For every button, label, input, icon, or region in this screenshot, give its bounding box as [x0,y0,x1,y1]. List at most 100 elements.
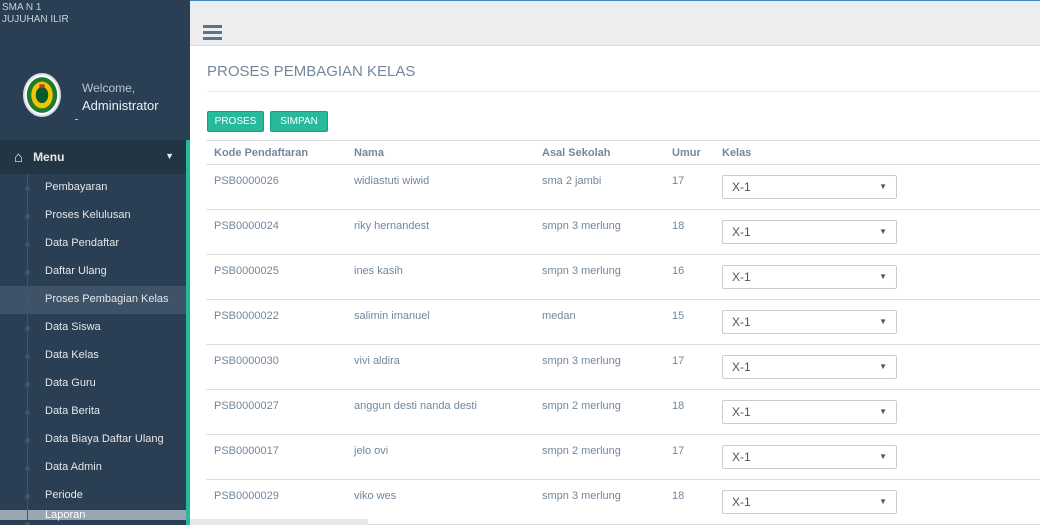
school-logo-icon [23,73,61,117]
nama-cell: anggun desti nanda desti [346,389,534,435]
kode-cell: PSB0000026 [206,164,346,210]
nama-cell: viko wes [346,479,534,525]
user-name: Administrator [82,98,159,113]
title-divider [207,91,1040,92]
kelas-select[interactable]: X-1 ▼ [722,445,897,469]
site-title-line1: SMA N 1 [2,2,42,13]
header-kelas: Kelas [714,140,1040,165]
chevron-down-icon: ▼ [165,151,174,161]
sidebar-item-data-admin[interactable]: Data Admin [0,454,186,482]
hamburger-menu-icon[interactable] [203,25,222,40]
table-row: PSB0000024 riky hernandest smpn 3 merlung 1… [206,209,1040,255]
asal-sekolah-cell: medan [534,299,664,345]
simpan-button[interactable]: SIMPAN [270,111,328,132]
asal-sekolah-cell: smpn 3 merlung [534,344,664,390]
nama-cell: riky hernandest [346,209,534,255]
kelas-select[interactable]: X-1 ▼ [722,400,897,424]
proses-button[interactable]: PROSES [207,111,264,132]
sidebar-item-data-kelas[interactable]: Data Kelas [0,342,186,370]
sidebar-item-data-pendaftar[interactable]: Data Pendaftar [0,230,186,258]
kode-cell: PSB0000025 [206,254,346,300]
kelas-cell: X-1 ▼ [714,164,1040,210]
umur-cell: 16 [664,254,714,300]
kelas-select-value: X-1 [732,315,751,329]
umur-cell: 15 [664,299,714,345]
table-row: PSB0000026 widiastuti wiwid sma 2 jambi 17 X… [206,164,1040,210]
asal-sekolah-cell: smpn 3 merlung [534,479,664,525]
kelas-select-value: X-1 [732,360,751,374]
menu-label: Menu [33,150,65,164]
umur-cell: 17 [664,434,714,480]
sidebar-item-data-guru[interactable]: Data Guru [0,370,186,398]
sidebar-item-data-siswa[interactable]: Data Siswa [0,314,186,342]
asal-sekolah-cell: sma 2 jambi [534,164,664,210]
caret-down-icon: ▼ [879,272,887,281]
kelas-select-value: X-1 [732,405,751,419]
umur-cell: 18 [664,389,714,435]
nama-cell: ines kasih [346,254,534,300]
table-row: PSB0000022 salimin imanuel medan 15 X-1 ▼ [206,299,1040,345]
caret-down-icon: ▼ [879,452,887,461]
kode-cell: PSB0000030 [206,344,346,390]
table-row: PSB0000029 viko wes smpn 3 merlung 18 X-1 ▼ [206,479,1040,525]
horizontal-scrollbar[interactable] [190,519,368,525]
kelas-select-value: X-1 [732,270,751,284]
sidebar-item-data-berita[interactable]: Data Berita [0,398,186,426]
nama-cell: widiastuti wiwid [346,164,534,210]
sidebar-item-daftar-ulang[interactable]: Daftar Ulang [0,258,186,286]
caret-down-icon: ▼ [879,182,887,191]
table-header-row: Kode Pendaftaran Nama Asal Sekolah Umur … [206,140,1040,165]
sidebar-item-pembayaran[interactable]: Pembayaran [0,174,186,202]
header-nama: Nama [346,140,534,165]
asal-sekolah-cell: smpn 2 merlung [534,434,664,480]
sidebar-item-data-biaya-daftar-ulang[interactable]: Data Biaya Daftar Ulang [0,426,186,454]
asal-sekolah-cell: smpn 3 merlung [534,209,664,255]
kode-cell: PSB0000029 [206,479,346,525]
sidebar-item-periode[interactable]: Periode [0,482,186,510]
kode-cell: PSB0000022 [206,299,346,345]
umur-cell: 17 [664,344,714,390]
sidebar-item-proses-pembagian-kelas[interactable]: Proses Pembagian Kelas [0,286,186,314]
asal-sekolah-cell: smpn 2 merlung [534,389,664,435]
kelas-select-value: X-1 [732,225,751,239]
sidebar-menu: Pembayaran Proses Kelulusan Data Pendaftar… [0,174,186,525]
kelas-select[interactable]: X-1 ▼ [722,490,897,514]
kelas-cell: X-1 ▼ [714,209,1040,255]
kelas-select[interactable]: X-1 ▼ [722,175,897,199]
table-body: PSB0000026 widiastuti wiwid sma 2 jambi 17 X… [206,164,1040,525]
kelas-select[interactable]: X-1 ▼ [722,310,897,334]
kode-cell: PSB0000024 [206,209,346,255]
kelas-select-value: X-1 [732,180,751,194]
sidebar-item-laporan[interactable]: Laporan [0,510,186,525]
sidebar: SMA N 1 JUJUHAN ILIR Welcome, Administra… [0,0,190,525]
asal-sekolah-cell: smpn 3 merlung [534,254,664,300]
sidebar-item-proses-kelulusan[interactable]: Proses Kelulusan [0,202,186,230]
caret-down-icon: ▼ [879,362,887,371]
top-navbar [190,0,1040,46]
table-row: PSB0000025 ines kasih smpn 3 merlung 16 X-1 ▼ [206,254,1040,300]
header-umur: Umur [664,140,714,165]
kelas-select[interactable]: X-1 ▼ [722,265,897,289]
home-icon: ⌂ [14,148,24,166]
caret-down-icon: ▼ [879,497,887,506]
kode-cell: PSB0000017 [206,434,346,480]
kelas-select-value: X-1 [732,450,751,464]
main-content: PROSES PEMBAGIAN KELAS PROSES SIMPAN Kod… [190,46,1040,525]
caret-down-icon: ▼ [879,317,887,326]
nama-cell: vivi aldira [346,344,534,390]
site-title[interactable]: SMA N 1 JUJUHAN ILIR [0,0,190,44]
kelas-select[interactable]: X-1 ▼ [722,355,897,379]
caret-down-icon: ▼ [879,227,887,236]
menu-toggle[interactable]: ⌂ Menu ▼ [0,140,186,174]
kelas-cell: X-1 ▼ [714,389,1040,435]
header-asal-sekolah: Asal Sekolah [534,140,664,165]
kelas-cell: X-1 ▼ [714,344,1040,390]
kelas-cell: X-1 ▼ [714,434,1040,480]
site-title-line2: JUJUHAN ILIR [2,14,69,25]
kelas-select[interactable]: X-1 ▼ [722,220,897,244]
umur-cell: 18 [664,479,714,525]
welcome-text: Welcome, [82,81,136,95]
table-row: PSB0000027 anggun desti nanda desti smpn 2… [206,389,1040,435]
table-row: PSB0000030 vivi aldira smpn 3 merlung 17 X-1… [206,344,1040,390]
nama-cell: salimin imanuel [346,299,534,345]
